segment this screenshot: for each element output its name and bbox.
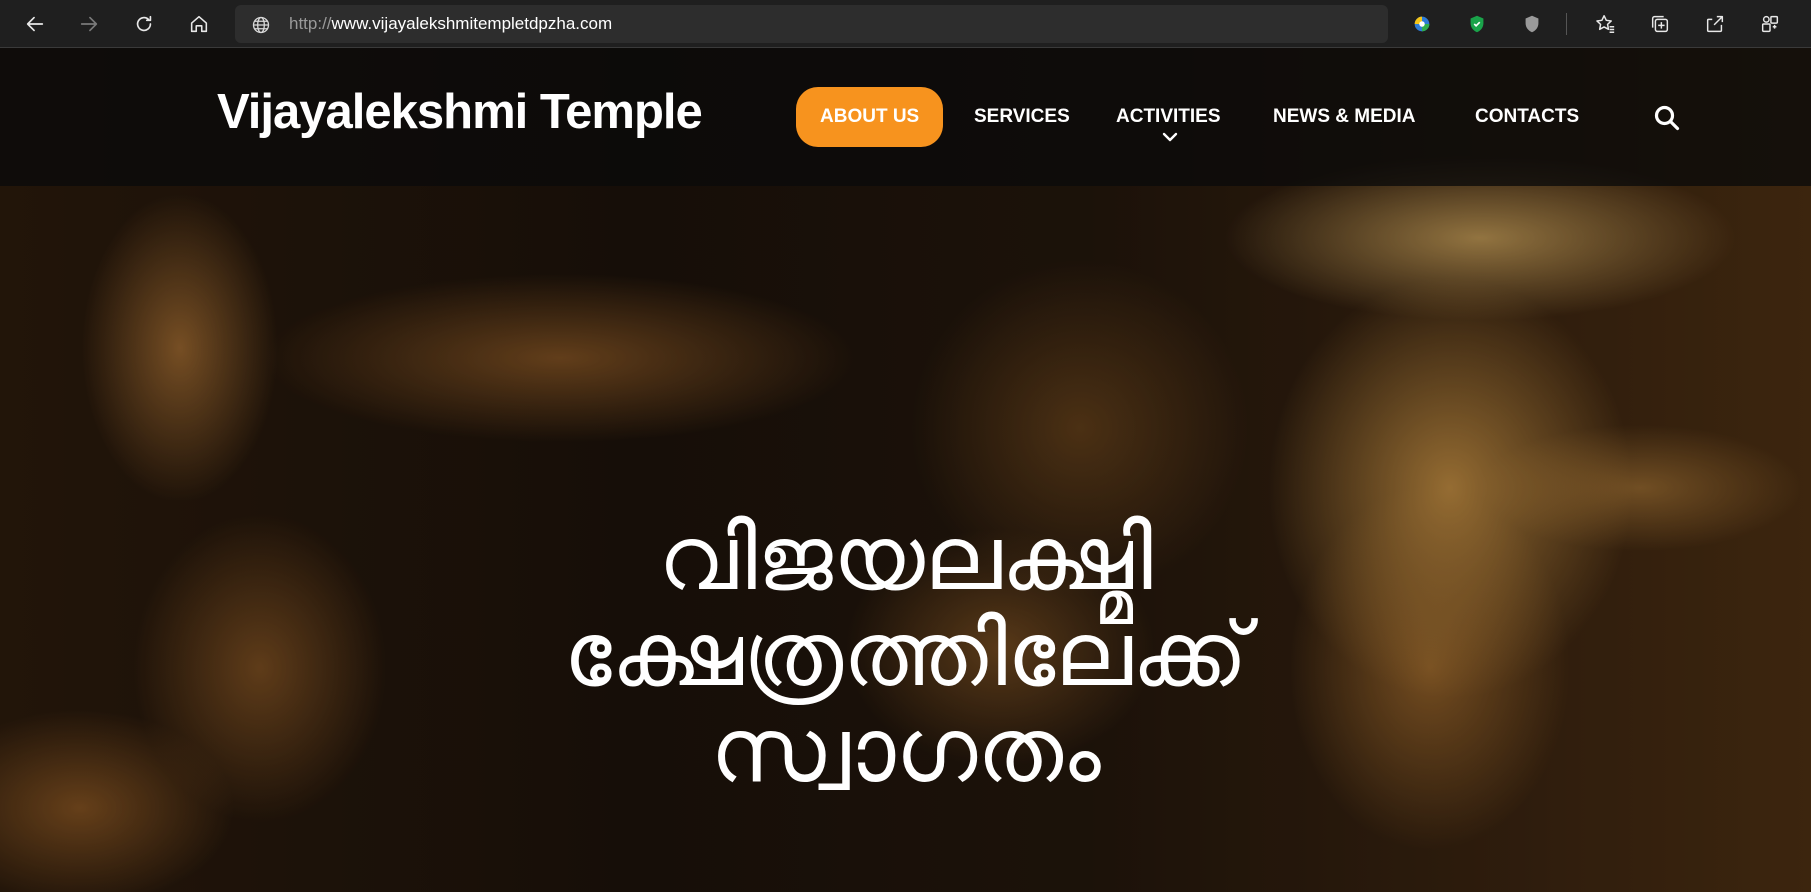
chevron-down-icon[interactable] xyxy=(1160,130,1180,144)
url-text[interactable]: http://www.vijayalekshmitempletdpzha.com xyxy=(289,5,612,43)
back-button[interactable] xyxy=(17,6,53,42)
nav-contacts[interactable]: CONTACTS xyxy=(1475,87,1579,147)
home-button[interactable] xyxy=(181,6,217,42)
web-page: Vijayalekshmi Temple ABOUT US SERVICES A… xyxy=(0,48,1811,892)
hero-title-line-3: സ്വാഗതം xyxy=(710,698,1101,803)
back-arrow-icon xyxy=(26,16,44,32)
extension-green-shield[interactable] xyxy=(1462,9,1492,39)
collections-icon xyxy=(1651,15,1669,33)
extension-color-orb[interactable] xyxy=(1407,9,1437,39)
globe-icon xyxy=(252,16,270,34)
forward-arrow-icon xyxy=(80,16,98,32)
toolbar-divider xyxy=(1566,13,1567,35)
collections-button[interactable] xyxy=(1645,9,1675,39)
share-icon xyxy=(1706,15,1724,33)
gray-shield-icon xyxy=(1525,15,1539,33)
share-button[interactable] xyxy=(1700,9,1730,39)
nav-about-us[interactable]: ABOUT US xyxy=(796,87,944,147)
refresh-icon xyxy=(136,15,152,32)
forward-button[interactable] xyxy=(71,6,107,42)
address-bar[interactable]: http://www.vijayalekshmitempletdpzha.com xyxy=(235,5,1388,43)
search-icon[interactable] xyxy=(1652,103,1682,133)
extension-gray-shield[interactable] xyxy=(1517,9,1547,39)
favorites-button[interactable] xyxy=(1590,9,1620,39)
browser-toolbar: http://www.vijayalekshmitempletdpzha.com xyxy=(0,0,1811,48)
url-protocol: http:// xyxy=(289,14,332,33)
green-shield-icon xyxy=(1470,15,1484,33)
refresh-button[interactable] xyxy=(126,6,162,42)
extensions-button[interactable] xyxy=(1755,9,1785,39)
site-header: Vijayalekshmi Temple ABOUT US SERVICES A… xyxy=(0,48,1811,186)
hero-title-line-1: വിജയലക്ഷ്മി xyxy=(658,506,1153,611)
nav-services[interactable]: SERVICES xyxy=(974,87,1070,147)
site-logo[interactable]: Vijayalekshmi Temple xyxy=(217,84,703,140)
home-icon xyxy=(190,15,208,33)
hero-title: വിജയലക്ഷ്മി ക്ഷേത്രത്തിലേക്ക് സ്വാഗതം xyxy=(0,511,1811,799)
url-host: www.vijayalekshmitempletdpzha.com xyxy=(331,14,613,33)
color-orb-icon xyxy=(1414,16,1430,32)
hero-title-line-2: ക്ഷേത്രത്തിലേക്ക് xyxy=(563,602,1248,707)
extensions-icon xyxy=(1761,15,1779,33)
favorites-star-icon xyxy=(1596,15,1615,33)
nav-news-media[interactable]: NEWS & MEDIA xyxy=(1273,87,1416,147)
